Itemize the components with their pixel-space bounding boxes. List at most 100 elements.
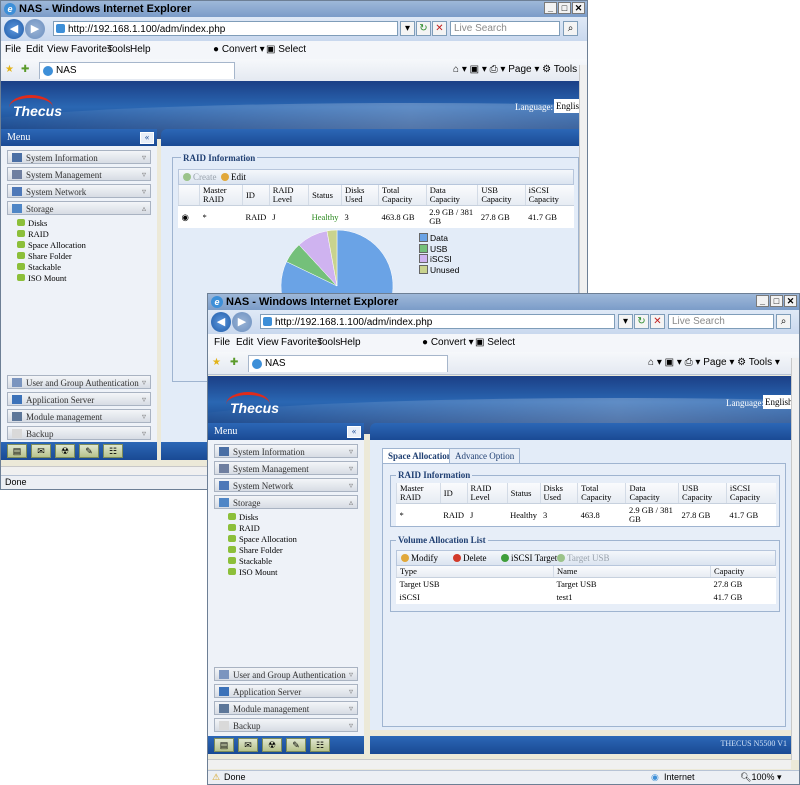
maximize-icon[interactable]: □ (770, 295, 783, 307)
menu-tools[interactable]: Tools (107, 41, 130, 59)
col-usb-capacity[interactable]: USB Capacity (477, 185, 526, 206)
front-sidebar-system-network[interactable]: System Network ▿ (214, 478, 358, 492)
add-favorite-icon[interactable]: ✚ (230, 352, 238, 374)
front-sidebar-system-information[interactable]: System Information ▿ (214, 444, 358, 458)
col-disks-used[interactable]: Disks Used (341, 185, 379, 206)
maximize-icon[interactable]: □ (558, 2, 571, 14)
col-iscsi-capacity[interactable]: iSCSI Capacity (524, 185, 574, 206)
stop-icon[interactable]: ✕ (650, 314, 665, 329)
radiation-icon[interactable]: ☢ (262, 738, 282, 752)
front-command-bar[interactable]: ⌂ ▾ ▣ ▾ ⎙ ▾ Page ▾ ⚙ Tools ▾ (648, 352, 780, 374)
search-icon[interactable]: ⌕ (563, 21, 578, 36)
back-arrow-icon[interactable]: ◀ (4, 19, 24, 39)
select-button[interactable]: ▣ Select (266, 41, 306, 59)
col-usb-capacity[interactable]: USB Capacity (677, 483, 727, 504)
menu-favorites[interactable]: Favorites (281, 334, 322, 352)
table-row[interactable]: * RAID J Healthy 3 463.8 2.9 GB / 381 GB… (397, 504, 777, 527)
front-sidebar-share-folder[interactable]: Share Folder (228, 545, 283, 555)
col-id[interactable]: ID (241, 185, 270, 206)
col-iscsi-capacity[interactable]: iSCSI Capacity (725, 483, 776, 504)
back-tab-nas[interactable]: NAS (39, 62, 235, 79)
front-sidebar-stackable[interactable]: Stackable (228, 556, 272, 566)
front-sidebar-space-allocation[interactable]: Space Allocation (228, 534, 297, 544)
zoom-control[interactable]: 🔍︎100% ▾ (740, 771, 782, 784)
front-sidebar-application-server[interactable]: Application Server ▿ (214, 684, 358, 698)
col-data-capacity[interactable]: Data Capacity (425, 185, 478, 206)
refresh-icon[interactable]: ↻ (416, 21, 431, 36)
front-page-scrollbar[interactable] (791, 358, 799, 760)
col-master-raid[interactable]: Master RAID (199, 185, 243, 206)
front-sidebar-iso-mount[interactable]: ISO Mount (228, 567, 278, 577)
minimize-icon[interactable]: _ (544, 2, 557, 14)
front-sidebar-module-management[interactable]: Module management ▿ (214, 701, 358, 715)
front-url-field[interactable]: http://192.168.1.100/adm/index.php (260, 314, 615, 329)
col-data-capacity[interactable]: Data Capacity (625, 483, 679, 504)
collapse-icon[interactable]: « (347, 426, 361, 438)
col-status[interactable]: Status (506, 483, 541, 504)
mail-icon[interactable]: ✉ (31, 444, 51, 458)
add-favorite-icon[interactable]: ✚ (21, 59, 29, 81)
col-status[interactable]: Status (308, 185, 342, 206)
doc-icon[interactable]: ▤ (7, 444, 27, 458)
mail-icon[interactable]: ✉ (238, 738, 258, 752)
target-usb-button[interactable]: Target USB (557, 551, 609, 565)
back-sidebar-share-folder[interactable]: Share Folder (17, 251, 72, 261)
front-sidebar-storage[interactable]: Storage ▵ (214, 495, 358, 509)
col-raid-level[interactable]: RAID Level (466, 483, 508, 504)
back-sidebar-system-network[interactable]: System Network ▿ (7, 184, 151, 198)
dropdown-icon[interactable]: ▾ (400, 21, 415, 36)
front-h-scrollbar[interactable] (208, 759, 791, 769)
dropdown-icon[interactable]: ▾ (618, 314, 633, 329)
col-master-raid[interactable]: Master RAID (396, 483, 441, 504)
tab-advance-option[interactable]: Advance Option (449, 448, 521, 463)
stop-icon[interactable]: ✕ (432, 21, 447, 36)
menu-file[interactable]: File (5, 41, 21, 59)
menu-tools[interactable]: Tools (317, 334, 340, 352)
col-total-capacity[interactable]: Total Capacity (378, 185, 427, 206)
col-total-capacity[interactable]: Total Capacity (577, 483, 626, 504)
back-sidebar-space-allocation[interactable]: Space Allocation (17, 240, 86, 250)
back-sidebar-system-management[interactable]: System Management ▿ (7, 167, 151, 181)
menu-help[interactable]: Help (130, 41, 151, 59)
col-name[interactable]: Name (553, 566, 711, 578)
tools-icon[interactable]: ✎ (286, 738, 306, 752)
col-raid-level[interactable]: RAID Level (268, 185, 309, 206)
back-command-bar[interactable]: ⌂ ▾ ▣ ▾ ⎙ ▾ Page ▾ ⚙ Tools ▾ (453, 59, 585, 81)
row-radio[interactable]: ◉ (179, 206, 200, 229)
radiation-icon[interactable]: ☢ (55, 444, 75, 458)
network-tree-icon[interactable]: ☷ (310, 738, 330, 752)
create-button[interactable]: Create (183, 170, 216, 184)
menu-edit[interactable]: Edit (236, 334, 253, 352)
delete-button[interactable]: Delete (453, 551, 486, 565)
back-sidebar-raid[interactable]: RAID (17, 229, 49, 239)
back-sidebar-user-group-auth[interactable]: User and Group Authentication ▿ (7, 375, 151, 389)
back-sidebar-disks[interactable]: Disks (17, 218, 47, 228)
front-search-input[interactable]: Live Search (668, 314, 774, 329)
back-sidebar-storage[interactable]: Storage ▵ (7, 201, 151, 215)
forward-arrow-icon[interactable]: ▶ (25, 19, 45, 39)
convert-button[interactable]: ● Convert ▾ (213, 41, 265, 59)
tools-icon[interactable]: ✎ (79, 444, 99, 458)
convert-button[interactable]: ● Convert ▾ (422, 334, 474, 352)
minimize-icon[interactable]: _ (756, 295, 769, 307)
col-capacity[interactable]: Capacity (710, 566, 776, 578)
menu-view[interactable]: View (47, 41, 69, 59)
front-sidebar-user-group-auth[interactable]: User and Group Authentication ▿ (214, 667, 358, 681)
table-row[interactable]: Target USB Target USB 27.8 GB (397, 578, 777, 592)
network-tree-icon[interactable]: ☷ (103, 444, 123, 458)
doc-icon[interactable]: ▤ (214, 738, 234, 752)
back-sidebar-system-information[interactable]: System Information ▿ (7, 150, 151, 164)
search-icon[interactable]: ⌕ (776, 314, 791, 329)
back-sidebar-backup[interactable]: Backup ▿ (7, 426, 151, 440)
collapse-icon[interactable]: « (140, 132, 154, 144)
front-sidebar-backup[interactable]: Backup ▿ (214, 718, 358, 732)
front-sidebar-raid[interactable]: RAID (228, 523, 260, 533)
back-sidebar-application-server[interactable]: Application Server ▿ (7, 392, 151, 406)
col-id[interactable]: ID (439, 483, 468, 504)
edit-button[interactable]: Edit (221, 170, 246, 184)
back-url-field[interactable]: http://192.168.1.100/adm/index.php (53, 21, 398, 36)
menu-view[interactable]: View (257, 334, 279, 352)
refresh-icon[interactable]: ↻ (634, 314, 649, 329)
select-button[interactable]: ▣ Select (475, 334, 515, 352)
close-icon[interactable]: ✕ (784, 295, 797, 307)
